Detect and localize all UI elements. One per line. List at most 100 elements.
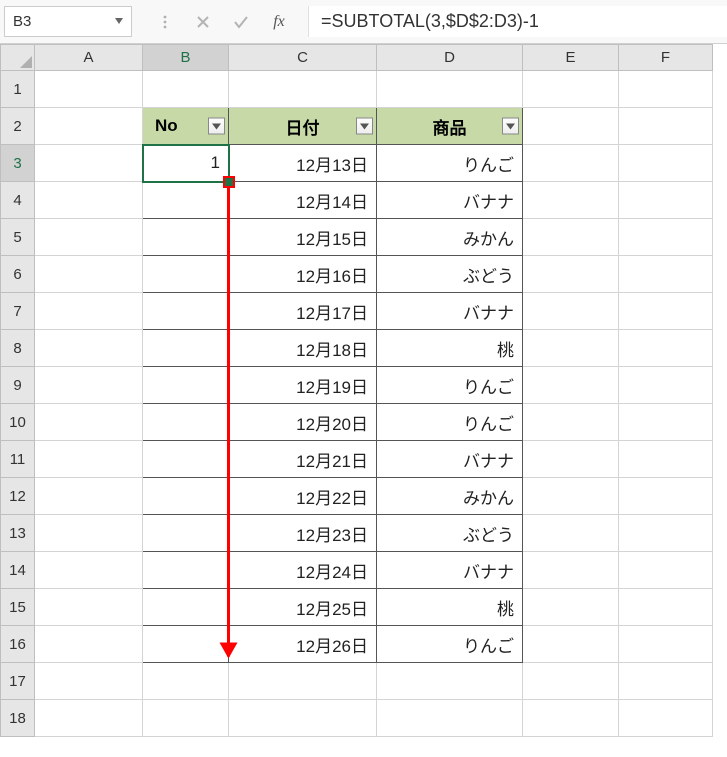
name-box-dropdown-icon[interactable] (115, 16, 123, 27)
cell-E18[interactable] (523, 700, 619, 737)
cell-E16[interactable] (523, 626, 619, 663)
cell-B1[interactable] (143, 71, 229, 108)
cell-C13[interactable]: 12月23日 (229, 515, 377, 552)
row-header-8[interactable]: 8 (1, 330, 35, 367)
cell-D15[interactable]: 桃 (377, 589, 523, 626)
cell-F13[interactable] (619, 515, 713, 552)
cell-A8[interactable] (35, 330, 143, 367)
cell-E3[interactable] (523, 145, 619, 182)
formula-expand-icon[interactable] (146, 6, 184, 37)
cell-B15[interactable] (143, 589, 229, 626)
row-header-15[interactable]: 15 (1, 589, 35, 626)
filter-button-b[interactable] (208, 118, 225, 135)
cell-C1[interactable] (229, 71, 377, 108)
row-header-11[interactable]: 11 (1, 441, 35, 478)
cell-F17[interactable] (619, 663, 713, 700)
cell-E9[interactable] (523, 367, 619, 404)
cell-C16[interactable]: 12月26日 (229, 626, 377, 663)
cell-E17[interactable] (523, 663, 619, 700)
cell-A17[interactable] (35, 663, 143, 700)
cell-D10[interactable]: りんご (377, 404, 523, 441)
cell-D14[interactable]: バナナ (377, 552, 523, 589)
cell-D12[interactable]: みかん (377, 478, 523, 515)
cell-B11[interactable] (143, 441, 229, 478)
cell-F18[interactable] (619, 700, 713, 737)
row-header-17[interactable]: 17 (1, 663, 35, 700)
row-header-12[interactable]: 12 (1, 478, 35, 515)
cell-B13[interactable] (143, 515, 229, 552)
col-header-B[interactable]: B (143, 45, 229, 71)
cell-B9[interactable] (143, 367, 229, 404)
cell-F11[interactable] (619, 441, 713, 478)
cell-C14[interactable]: 12月24日 (229, 552, 377, 589)
cell-D17[interactable] (377, 663, 523, 700)
cell-A13[interactable] (35, 515, 143, 552)
row-header-6[interactable]: 6 (1, 256, 35, 293)
cell-B17[interactable] (143, 663, 229, 700)
fx-button[interactable]: fx (260, 6, 298, 37)
cell-C4[interactable]: 12月14日 (229, 182, 377, 219)
cell-F6[interactable] (619, 256, 713, 293)
cell-E14[interactable] (523, 552, 619, 589)
cell-A2[interactable] (35, 108, 143, 145)
cell-A18[interactable] (35, 700, 143, 737)
cell-E12[interactable] (523, 478, 619, 515)
cell-C2[interactable]: 日付 (229, 108, 377, 145)
cell-A6[interactable] (35, 256, 143, 293)
cell-C8[interactable]: 12月18日 (229, 330, 377, 367)
row-header-5[interactable]: 5 (1, 219, 35, 256)
cell-D18[interactable] (377, 700, 523, 737)
cell-B8[interactable] (143, 330, 229, 367)
cell-F16[interactable] (619, 626, 713, 663)
cell-E1[interactable] (523, 71, 619, 108)
cell-F15[interactable] (619, 589, 713, 626)
row-header-16[interactable]: 16 (1, 626, 35, 663)
cell-A12[interactable] (35, 478, 143, 515)
cell-F1[interactable] (619, 71, 713, 108)
row-header-13[interactable]: 13 (1, 515, 35, 552)
cell-E6[interactable] (523, 256, 619, 293)
row-header-3[interactable]: 3 (1, 145, 35, 182)
cell-C9[interactable]: 12月19日 (229, 367, 377, 404)
cell-F10[interactable] (619, 404, 713, 441)
cell-C11[interactable]: 12月21日 (229, 441, 377, 478)
row-header-7[interactable]: 7 (1, 293, 35, 330)
cell-A4[interactable] (35, 182, 143, 219)
cell-E15[interactable] (523, 589, 619, 626)
formula-input[interactable]: =SUBTOTAL(3,$D$2:D3)-1 (308, 6, 727, 37)
cell-E11[interactable] (523, 441, 619, 478)
cell-C7[interactable]: 12月17日 (229, 293, 377, 330)
col-header-C[interactable]: C (229, 45, 377, 71)
cell-B18[interactable] (143, 700, 229, 737)
cell-D11[interactable]: バナナ (377, 441, 523, 478)
row-header-10[interactable]: 10 (1, 404, 35, 441)
cell-E7[interactable] (523, 293, 619, 330)
cell-F9[interactable] (619, 367, 713, 404)
cell-D1[interactable] (377, 71, 523, 108)
cell-D3[interactable]: りんご (377, 145, 523, 182)
name-box[interactable]: B3 (4, 6, 132, 37)
cell-D13[interactable]: ぶどう (377, 515, 523, 552)
cell-D6[interactable]: ぶどう (377, 256, 523, 293)
cell-C5[interactable]: 12月15日 (229, 219, 377, 256)
cell-F7[interactable] (619, 293, 713, 330)
col-header-D[interactable]: D (377, 45, 523, 71)
cell-B2[interactable]: No (143, 108, 229, 145)
row-header-9[interactable]: 9 (1, 367, 35, 404)
cell-A10[interactable] (35, 404, 143, 441)
cell-E2[interactable] (523, 108, 619, 145)
cell-B7[interactable] (143, 293, 229, 330)
cancel-formula-icon[interactable] (184, 6, 222, 37)
filter-button-d[interactable] (502, 118, 519, 135)
cell-A1[interactable] (35, 71, 143, 108)
cell-D7[interactable]: バナナ (377, 293, 523, 330)
cell-A9[interactable] (35, 367, 143, 404)
cell-A14[interactable] (35, 552, 143, 589)
select-all-corner[interactable] (1, 45, 35, 71)
filter-button-c[interactable] (356, 118, 373, 135)
cell-A11[interactable] (35, 441, 143, 478)
cell-F14[interactable] (619, 552, 713, 589)
cell-E10[interactable] (523, 404, 619, 441)
col-header-E[interactable]: E (523, 45, 619, 71)
cell-C15[interactable]: 12月25日 (229, 589, 377, 626)
